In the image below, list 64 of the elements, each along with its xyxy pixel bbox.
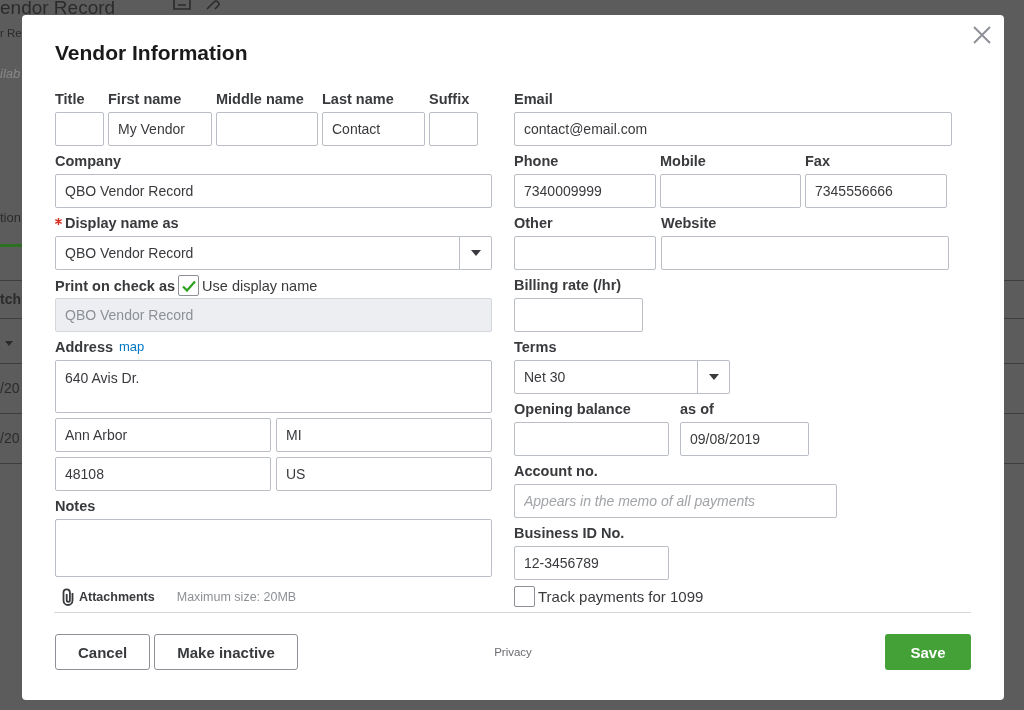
last-name-field[interactable]: Contact: [322, 112, 425, 146]
fax-field[interactable]: 7345556666: [805, 174, 947, 208]
city-field[interactable]: Ann Arbor: [55, 418, 271, 452]
field-label: Company: [55, 152, 122, 171]
field-label: Notes: [55, 497, 96, 516]
checkbox-label: Track payments for 1099: [538, 586, 704, 607]
field-label: Mobile: [660, 152, 706, 171]
title-field[interactable]: [55, 112, 104, 146]
privacy-link[interactable]: Privacy: [494, 646, 532, 658]
opening-balance-field[interactable]: [514, 422, 669, 456]
website-field[interactable]: [661, 236, 949, 270]
document-icon: [173, 0, 192, 10]
field-label: Account no.: [514, 462, 598, 481]
close-icon: [973, 26, 991, 44]
field-label: Phone: [514, 152, 559, 171]
country-field[interactable]: US: [276, 457, 492, 491]
company-field[interactable]: QBO Vendor Record: [55, 174, 492, 208]
field-label: Opening balance: [514, 400, 631, 419]
caret-icon: [5, 341, 13, 346]
field-label: Other: [514, 214, 553, 233]
field-label: Last name: [322, 90, 394, 109]
cancel-button[interactable]: Cancel: [55, 634, 151, 670]
other-phone-field[interactable]: [514, 236, 656, 270]
billing-rate-field[interactable]: [514, 298, 643, 332]
business-id-field[interactable]: 12-3456789: [514, 546, 669, 580]
field-label: Suffix: [429, 90, 470, 109]
field-label: Website: [661, 214, 717, 233]
field-label: Print on check as: [55, 276, 176, 296]
caret-icon: [470, 250, 481, 256]
field-label: Title: [55, 90, 85, 109]
field-label: Billing rate (/hr): [514, 276, 622, 295]
map-link[interactable]: map: [119, 337, 145, 357]
terms-dropdown[interactable]: Net 30: [514, 360, 730, 394]
account-number-field[interactable]: Appears in the memo of all payments: [514, 484, 837, 518]
mobile-field[interactable]: [660, 174, 801, 208]
field-label: First name: [108, 90, 182, 109]
checkmark-icon: [181, 279, 196, 292]
paperclip-icon: [62, 588, 75, 606]
zip-field[interactable]: 48108: [55, 457, 271, 491]
field-label: Terms: [514, 338, 557, 357]
street-field[interactable]: 640 Avis Dr.: [55, 360, 492, 413]
field-label: Address: [55, 338, 114, 357]
email-field[interactable]: contact@email.com: [514, 112, 952, 146]
caret-icon: [708, 374, 719, 380]
first-name-field[interactable]: My Vendor: [108, 112, 212, 146]
attachments-link[interactable]: Attachments: [79, 590, 155, 604]
close-button[interactable]: [973, 26, 991, 44]
field-label: Display name as: [65, 214, 179, 233]
middle-name-field[interactable]: [216, 112, 318, 146]
display-name-dropdown[interactable]: QBO Vendor Record: [55, 236, 492, 270]
field-label: Business ID No.: [514, 524, 625, 543]
field-label: Email: [514, 90, 553, 109]
size-hint: Maximum size: 20MB: [176, 590, 297, 604]
checkbox-label: Use display name: [202, 276, 318, 296]
notes-field[interactable]: [55, 519, 492, 577]
dialog-title: Vendor Information: [55, 40, 248, 66]
field-label: Middle name: [216, 90, 304, 109]
state-field[interactable]: MI: [276, 418, 492, 452]
field-label: Fax: [805, 152, 830, 171]
checkbox[interactable]: [514, 586, 535, 607]
field-label: as of: [680, 400, 714, 419]
suffix-field[interactable]: [429, 112, 478, 146]
phone-field[interactable]: 7340009999: [514, 174, 656, 208]
date-field[interactable]: 09/08/2019: [680, 422, 809, 456]
